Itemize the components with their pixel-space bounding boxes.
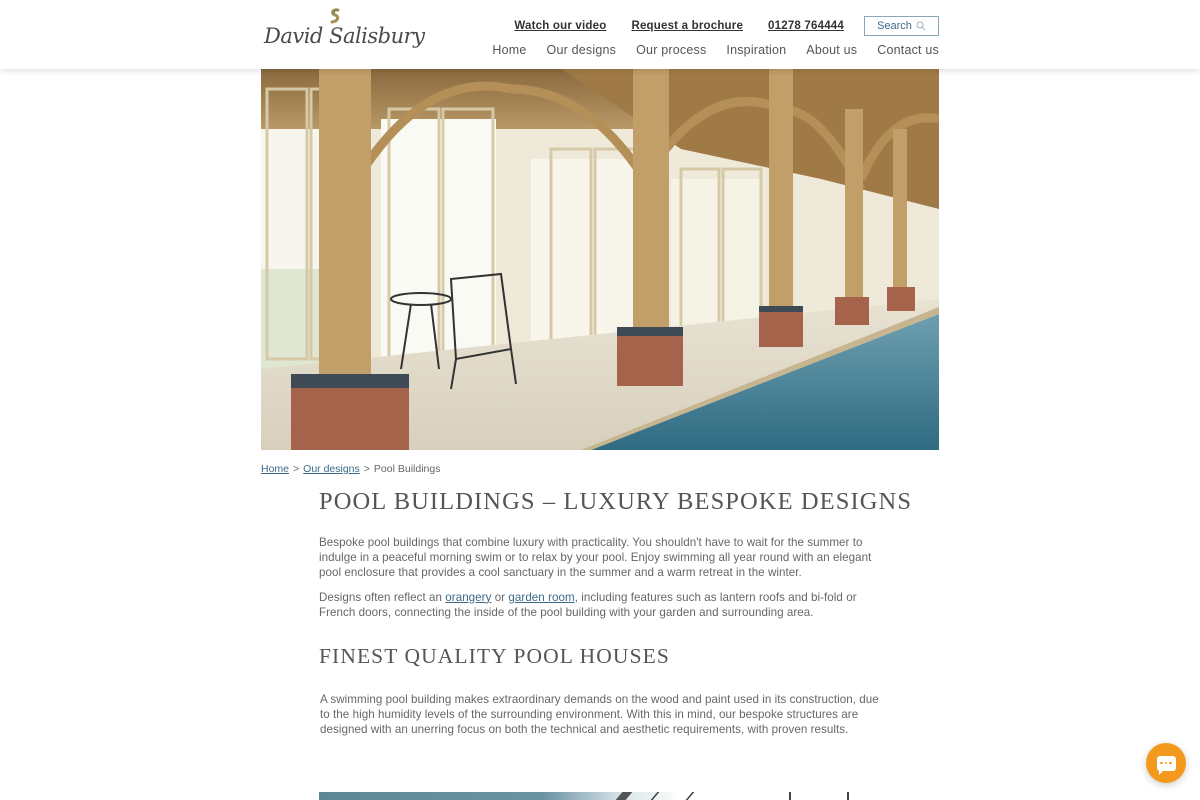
- breadcrumb-home[interactable]: Home: [261, 463, 289, 475]
- request-brochure-link[interactable]: Request a brochure: [631, 20, 743, 32]
- image-detail: [789, 792, 791, 800]
- nav-contact-us[interactable]: Contact us: [877, 43, 939, 57]
- nav-inspiration[interactable]: Inspiration: [726, 43, 786, 57]
- image-detail: [615, 792, 633, 800]
- main-content: POOL BUILDINGS – LUXURY BESPOKE DESIGNS …: [319, 487, 913, 738]
- watch-video-link[interactable]: Watch our video: [514, 20, 606, 32]
- hero-image: [261, 69, 939, 450]
- search-button[interactable]: Search: [864, 16, 939, 36]
- breadcrumb-separator: >: [363, 463, 370, 475]
- site-header: David Salisbury Watch our video Request …: [0, 0, 1200, 69]
- quality-paragraph: A swimming pool building makes extraordi…: [320, 693, 879, 737]
- search-icon: [916, 21, 926, 31]
- chat-button[interactable]: [1146, 743, 1186, 783]
- section-title: FINEST QUALITY POOL HOUSES: [319, 644, 670, 669]
- image-detail: [685, 792, 695, 800]
- utility-links: Watch our video Request a brochure 01278…: [489, 16, 939, 36]
- breadcrumb-current: Pool Buildings: [373, 463, 441, 475]
- orangery-link[interactable]: orangery: [445, 591, 491, 604]
- search-label: Search: [877, 20, 912, 32]
- nav-home[interactable]: Home: [492, 43, 526, 57]
- nav-our-designs[interactable]: Our designs: [547, 43, 617, 57]
- garden-room-link[interactable]: garden room: [508, 591, 574, 604]
- breadcrumb-separator: >: [293, 463, 300, 475]
- breadcrumb-our-designs[interactable]: Our designs: [303, 463, 360, 475]
- chat-bubble-icon: [1156, 755, 1176, 775]
- logo-wordmark: David Salisbury: [264, 24, 425, 48]
- designs-paragraph: Designs often reflect an orangery or gar…: [319, 590, 879, 620]
- image-detail: [650, 792, 660, 800]
- nav-our-process[interactable]: Our process: [636, 43, 706, 57]
- image-detail: [847, 792, 849, 800]
- logo-mark-icon: [330, 8, 340, 24]
- text: Designs often reflect an: [319, 590, 446, 604]
- phone-link[interactable]: 01278 764444: [768, 20, 844, 32]
- nav-about-us[interactable]: About us: [806, 43, 857, 57]
- breadcrumb: Home > Our designs > Pool Buildings: [261, 463, 440, 475]
- content-image: [319, 792, 879, 800]
- main-nav: Home Our designs Our process Inspiration…: [472, 43, 939, 57]
- logo[interactable]: David Salisbury: [262, 8, 425, 63]
- intro-paragraph: Bespoke pool buildings that combine luxu…: [319, 536, 872, 580]
- text: or: [491, 590, 509, 604]
- page-title: POOL BUILDINGS – LUXURY BESPOKE DESIGNS: [319, 488, 913, 515]
